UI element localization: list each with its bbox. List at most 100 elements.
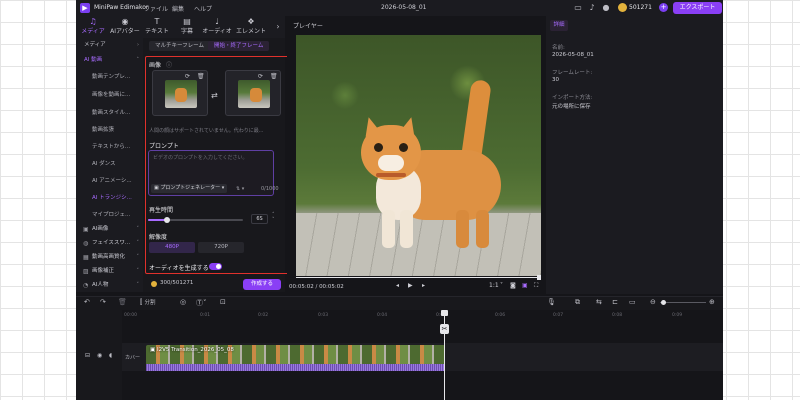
stepper-arrows-icon[interactable]: ˄ ˅	[272, 213, 275, 223]
sidebar-item-label: AI アニメーシ...	[92, 178, 132, 184]
aspect-ratio-select[interactable]: 1:1	[489, 282, 499, 289]
sidebar-item-video-extend[interactable]: 動画拡張	[76, 125, 143, 136]
prev-frame-icon[interactable]: ◂	[396, 282, 399, 289]
swap-icon[interactable]: ⇄	[211, 91, 218, 100]
sidebar-item-image-fix[interactable]: ▨ 画像補正 ˅	[76, 266, 143, 277]
microphone-icon[interactable]: 🎙	[547, 298, 556, 306]
zoom-out-icon[interactable]: ⊖	[650, 298, 656, 306]
menu-edit[interactable]: 編集	[172, 4, 184, 13]
sidebar-item-label: 画像を動画に...	[92, 92, 131, 98]
quality-icon[interactable]: ▣	[522, 282, 528, 289]
tool-text[interactable]: T テキスト	[142, 17, 172, 37]
tab-multi-keyframe[interactable]: マルチキーフレーム	[149, 41, 211, 51]
playhead-handle[interactable]	[441, 310, 448, 316]
sidebar-item-video-style[interactable]: 動画スタイル...	[76, 108, 143, 119]
next-frame-icon[interactable]: ▸	[422, 282, 425, 289]
tick-label: 0:01	[200, 313, 211, 318]
snap-icon[interactable]: ⇆	[596, 298, 602, 306]
video-preview[interactable]	[296, 35, 541, 276]
tab-start-end-frame[interactable]: 開始・終了フレーム	[208, 41, 270, 51]
sidebar-item-image-to-video[interactable]: 画像を動画に...	[76, 90, 143, 101]
end-frame-slot[interactable]: ⟳ 🗑	[225, 70, 281, 116]
sidebar: メディア › AI 動画 ˄ 動画テンプレ... 画像を動画に... 動画スタイル.…	[76, 38, 143, 292]
duration-slider-knob[interactable]	[164, 217, 170, 223]
text-insert-icon[interactable]: Ⓣ˅	[196, 298, 207, 308]
zoom-slider-knob[interactable]	[661, 300, 666, 305]
crop-icon[interactable]: ⊡	[220, 298, 226, 306]
ai-avatar-icon: ◉	[121, 17, 129, 26]
notification-icon[interactable]: ♪	[586, 2, 598, 14]
sidebar-item-ai-animation[interactable]: AI アニメーシ...	[76, 176, 143, 187]
create-label: 作成する	[250, 281, 273, 287]
cover-label[interactable]: カバー	[125, 354, 140, 361]
tick-label: 0:04	[377, 313, 388, 318]
replace-icon[interactable]: ⟳	[185, 73, 190, 80]
cat-leg	[456, 210, 469, 248]
marker-icon[interactable]: ◎	[180, 298, 186, 306]
sidebar-item-ai-person[interactable]: ◔ AI人物 ˅	[76, 280, 143, 291]
menu-help[interactable]: ヘルプ	[194, 4, 212, 13]
magnet-icon[interactable]: ⊏	[612, 298, 618, 306]
tool-media[interactable]: ♫ メディア	[78, 17, 108, 37]
generation-cost: 300/501271	[160, 280, 194, 286]
snapshot-icon[interactable]: ◙	[510, 282, 516, 289]
monitor-icon[interactable]: ▭	[572, 2, 584, 14]
scissors-icon[interactable]: ✂	[440, 324, 449, 334]
eye-icon[interactable]: ◉	[97, 352, 102, 359]
split-button[interactable]: ⫿ 分割	[140, 298, 155, 307]
menu-file[interactable]: ファイル	[144, 4, 168, 13]
sidebar-item-media[interactable]: メディア ›	[76, 40, 143, 51]
sidebar-item-ai-transition[interactable]: AI トランジシ...	[76, 193, 143, 204]
tick-label: 0:08	[612, 313, 623, 318]
resolution-720p[interactable]: 720P	[198, 242, 244, 253]
chevron-down-icon[interactable]: ˅	[500, 282, 503, 289]
undo-icon[interactable]: ↶	[84, 298, 90, 306]
avatar[interactable]: ●	[600, 2, 612, 14]
zoom-in-icon[interactable]: ⊕	[709, 298, 715, 306]
chevron-right-icon[interactable]: ›	[272, 21, 284, 33]
replace-icon[interactable]: ⟳	[258, 73, 263, 80]
preview-toggle-icon[interactable]: ▭	[629, 298, 636, 306]
zoom-slider[interactable]	[660, 302, 706, 303]
duration-slider[interactable]	[148, 217, 243, 223]
prompt-char-count: 0/1000	[261, 186, 279, 192]
translate-icon[interactable]: ⇅ ▾	[236, 186, 244, 192]
start-frame-slot[interactable]: ⟳ 🗑	[152, 70, 208, 116]
export-button[interactable]: エクスポート	[673, 2, 722, 14]
tool-subtitle[interactable]: ▤ 字幕	[172, 17, 202, 37]
sidebar-item-face-swap[interactable]: ◍ フェイススワ... ˅	[76, 238, 143, 249]
sidebar-item-ai-dance[interactable]: AI ダンス	[76, 159, 143, 170]
tick-label: 0:02	[258, 313, 269, 318]
tool-element[interactable]: ❖ エレメント	[236, 17, 266, 37]
sidebar-item-text-to-video[interactable]: テキストから...	[76, 142, 143, 153]
sidebar-item-ai-image[interactable]: ▣ AI画像 ˅	[76, 224, 143, 235]
tab-details[interactable]: 詳細	[550, 20, 568, 31]
add-credits-icon[interactable]: +	[659, 3, 668, 12]
info-icon[interactable]: ⓘ	[166, 60, 172, 69]
fullscreen-icon[interactable]: ⛶	[534, 282, 538, 290]
scrubber-knob[interactable]	[537, 275, 541, 280]
sidebar-item-ai-video[interactable]: AI 動画 ˄	[76, 55, 143, 66]
sidebar-item-video-enhance[interactable]: ▦ 動画高画質化 ˅	[76, 252, 143, 263]
tool-audio[interactable]: ♩ オーディオ	[202, 17, 232, 37]
resolution-480p[interactable]: 480P	[149, 242, 195, 253]
sidebar-item-my-projects[interactable]: マイプロジェ...	[76, 210, 143, 221]
link-icon[interactable]: ⧉	[575, 298, 580, 307]
redo-icon[interactable]: ↷	[100, 298, 106, 306]
speaker-icon[interactable]: ◖	[109, 352, 112, 359]
duration-input[interactable]: 6S	[251, 214, 268, 224]
delete-icon[interactable]: 🗑	[118, 298, 127, 306]
trash-icon[interactable]: 🗑	[270, 73, 278, 80]
sidebar-item-video-template[interactable]: 動画テンプレ...	[76, 72, 143, 83]
play-icon[interactable]: ▶	[408, 282, 413, 289]
tool-ai-avatar[interactable]: ◉ AIアバター	[110, 17, 140, 37]
time-ruler[interactable]	[122, 310, 723, 320]
create-button[interactable]: 作成する	[243, 279, 281, 290]
audio-toggle[interactable]	[209, 263, 222, 270]
prompt-generator-button[interactable]: ▣ プロンプトジェネレーター ▾	[151, 184, 228, 193]
trash-icon[interactable]: 🗑	[197, 73, 205, 80]
playback-scrubber[interactable]	[296, 277, 541, 278]
chevron-down-icon: ˅	[136, 254, 140, 260]
tool-subtitle-label: 字幕	[180, 28, 193, 35]
lock-icon[interactable]: ⊟	[85, 352, 90, 359]
